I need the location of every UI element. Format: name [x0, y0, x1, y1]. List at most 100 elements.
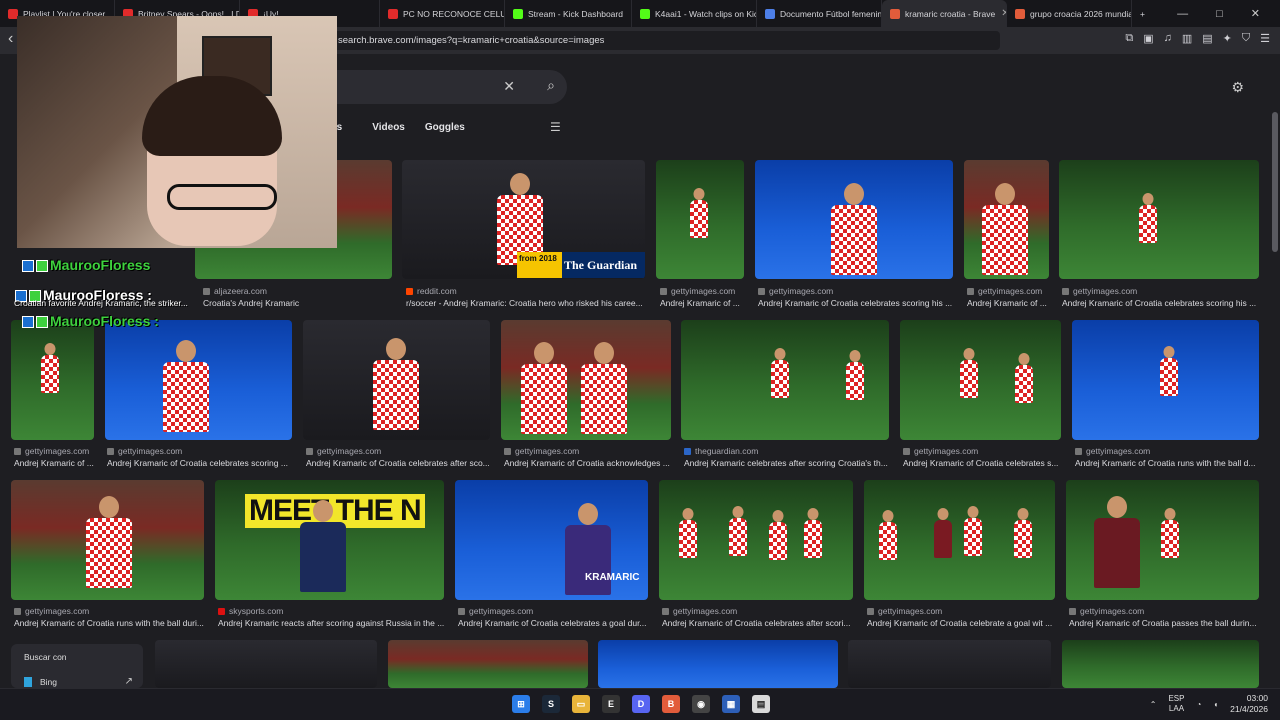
file-explorer-icon[interactable]: ▭	[572, 695, 590, 713]
result-image[interactable]	[848, 640, 1051, 688]
sidebar-icon[interactable]: ▥	[1182, 32, 1192, 45]
result-image[interactable]	[1062, 640, 1259, 688]
result-source[interactable]: gettyimages.com	[967, 286, 1042, 296]
result-caption[interactable]: Croatia's Andrej Kramaric	[203, 298, 393, 308]
result-image[interactable]: KRAMARIC	[455, 480, 648, 600]
result-source[interactable]: gettyimages.com	[1069, 606, 1144, 616]
result-image[interactable]	[656, 160, 744, 279]
filter-icon[interactable]: ☰	[550, 120, 561, 134]
result-source[interactable]: gettyimages.com	[107, 446, 182, 456]
result-caption[interactable]: Andrej Kramaric of Croatia celebrates s.…	[903, 458, 1061, 468]
wifi-icon[interactable]: ◔	[1196, 700, 1201, 709]
result-source[interactable]: theguardian.com	[684, 446, 758, 456]
tab-pc-celular[interactable]: PC NO RECONOCE CELULAR	[380, 0, 505, 27]
result-image[interactable]	[755, 160, 953, 279]
screenshot-icon[interactable]: ▣	[1143, 32, 1153, 45]
windows-start-icon[interactable]: ⊞	[512, 695, 530, 713]
result-image[interactable]	[900, 320, 1061, 440]
result-source[interactable]: gettyimages.com	[306, 446, 381, 456]
result-caption[interactable]: Andrej Kramaric of ...	[14, 458, 94, 468]
minimize-button[interactable]: —	[1177, 8, 1188, 20]
tab-videos[interactable]: Videos	[372, 122, 405, 133]
result-source[interactable]: gettyimages.com	[14, 606, 89, 616]
result-caption[interactable]: Andrej Kramaric of Croatia passes the ba…	[1069, 618, 1259, 628]
result-caption[interactable]: Andrej Kramaric of Croatia celebrates sc…	[107, 458, 292, 468]
result-caption[interactable]: Andrej Kramaric of Croatia acknowledges …	[504, 458, 672, 468]
new-tab-button[interactable]: +	[1132, 0, 1162, 27]
language-indicator[interactable]: ESP LAA	[1168, 694, 1184, 714]
epic-games-icon[interactable]: E	[602, 695, 620, 713]
tab-kick-dashboard[interactable]: Stream - Kick Dashboard	[505, 0, 632, 27]
maximize-button[interactable]: □	[1216, 8, 1223, 20]
settings-icon[interactable]: ⚙	[1231, 79, 1244, 96]
result-image[interactable]	[501, 320, 671, 440]
music-icon[interactable]: ♫	[1164, 32, 1172, 45]
result-image[interactable]	[598, 640, 838, 688]
result-image[interactable]	[11, 320, 94, 440]
obs-icon[interactable]: ◉	[692, 695, 710, 713]
result-image[interactable]	[303, 320, 490, 440]
tab-kick-clips[interactable]: K4aai1 - Watch clips on Kick	[632, 0, 757, 27]
result-source[interactable]: skysports.com	[218, 606, 283, 616]
tab-grupo-croacia[interactable]: grupo croacia 2026 mundial	[1007, 0, 1132, 27]
steam-icon[interactable]: S	[542, 695, 560, 713]
result-image[interactable]	[388, 640, 588, 688]
tab-documento[interactable]: Documento Fútbol femenino	[757, 0, 882, 27]
result-image[interactable]: from 2018 The Guardian	[402, 160, 645, 279]
result-source[interactable]: gettyimages.com	[458, 606, 533, 616]
chevron-up-icon[interactable]: ⌃	[1150, 700, 1157, 709]
result-image[interactable]	[659, 480, 853, 600]
store-icon[interactable]: ▦	[722, 695, 740, 713]
app-icon[interactable]: ▤	[752, 695, 770, 713]
clock[interactable]: 03:00 21/4/2026	[1230, 693, 1268, 715]
result-image[interactable]	[681, 320, 889, 440]
result-source[interactable]: gettyimages.com	[504, 446, 579, 456]
result-image[interactable]	[864, 480, 1055, 600]
volume-icon[interactable]: ◖	[1213, 700, 1218, 709]
result-source[interactable]: gettyimages.com	[1062, 286, 1137, 296]
result-caption[interactable]: r/soccer - Andrej Kramaric: Croatia hero…	[406, 298, 646, 308]
result-caption[interactable]: Andrej Kramaric celebrates after scoring…	[684, 458, 890, 468]
wallet-icon[interactable]: ▤	[1202, 32, 1212, 45]
menu-icon[interactable]: ☰	[1260, 32, 1270, 45]
result-image[interactable]	[1072, 320, 1259, 440]
result-image[interactable]	[1059, 160, 1259, 279]
result-caption[interactable]: Andrej Kramaric of Croatia runs with the…	[14, 618, 204, 628]
result-caption[interactable]: Andrej Kramaric of Croatia runs with the…	[1075, 458, 1260, 468]
result-source[interactable]: reddit.com	[406, 286, 457, 296]
result-source[interactable]: gettyimages.com	[1075, 446, 1150, 456]
result-caption[interactable]: Andrej Kramaric of Croatia celebrates af…	[662, 618, 854, 628]
result-caption[interactable]: Andrej Kramaric of Croatia celebrates sc…	[1062, 298, 1258, 308]
leo-icon[interactable]: ✦	[1223, 32, 1232, 45]
extensions-icon[interactable]: ⧉	[1125, 32, 1133, 45]
result-image[interactable]	[11, 480, 204, 600]
result-caption[interactable]: Andrej Kramaric of Croatia celebrate a g…	[867, 618, 1055, 628]
clear-icon[interactable]: ✕	[503, 78, 515, 95]
result-caption[interactable]: Andrej Kramaric of ...	[660, 298, 745, 308]
tab-kramaric-active[interactable]: kramaric croatia - Brave✕	[882, 0, 1007, 27]
result-source[interactable]: gettyimages.com	[14, 446, 89, 456]
result-caption[interactable]: Andrej Kramaric of Croatia celebrates sc…	[758, 298, 955, 308]
search-icon[interactable]: ⌕	[547, 77, 555, 94]
result-image[interactable]	[105, 320, 292, 440]
discord-icon[interactable]: D	[632, 695, 650, 713]
result-caption[interactable]: Andrej Kramaric of ...	[967, 298, 1049, 308]
result-source[interactable]: gettyimages.com	[662, 606, 737, 616]
result-image[interactable]	[1066, 480, 1259, 600]
tab-goggles[interactable]: Goggles	[425, 122, 465, 133]
result-source[interactable]: aljazeera.com	[203, 286, 267, 296]
back-icon[interactable]: ‹	[8, 30, 13, 48]
result-image[interactable]: MEET THE N	[215, 480, 444, 600]
result-image[interactable]	[155, 640, 377, 688]
result-source[interactable]: gettyimages.com	[903, 446, 978, 456]
result-caption[interactable]: Andrej Kramaric of Croatia celebrates a …	[458, 618, 648, 628]
result-caption[interactable]: Andrej Kramaric reacts after scoring aga…	[218, 618, 446, 628]
shield-icon[interactable]: ⛉	[1242, 32, 1250, 45]
result-source[interactable]: gettyimages.com	[758, 286, 833, 296]
result-image[interactable]	[964, 160, 1049, 279]
bing-option[interactable]: Bing	[24, 677, 57, 687]
result-source[interactable]: gettyimages.com	[660, 286, 735, 296]
url-field[interactable]: search.brave.com/images?q=kramaric+croat…	[330, 31, 1000, 50]
brave-icon[interactable]: B	[662, 695, 680, 713]
result-caption[interactable]: Andrej Kramaric of Croatia celebrates af…	[306, 458, 491, 468]
